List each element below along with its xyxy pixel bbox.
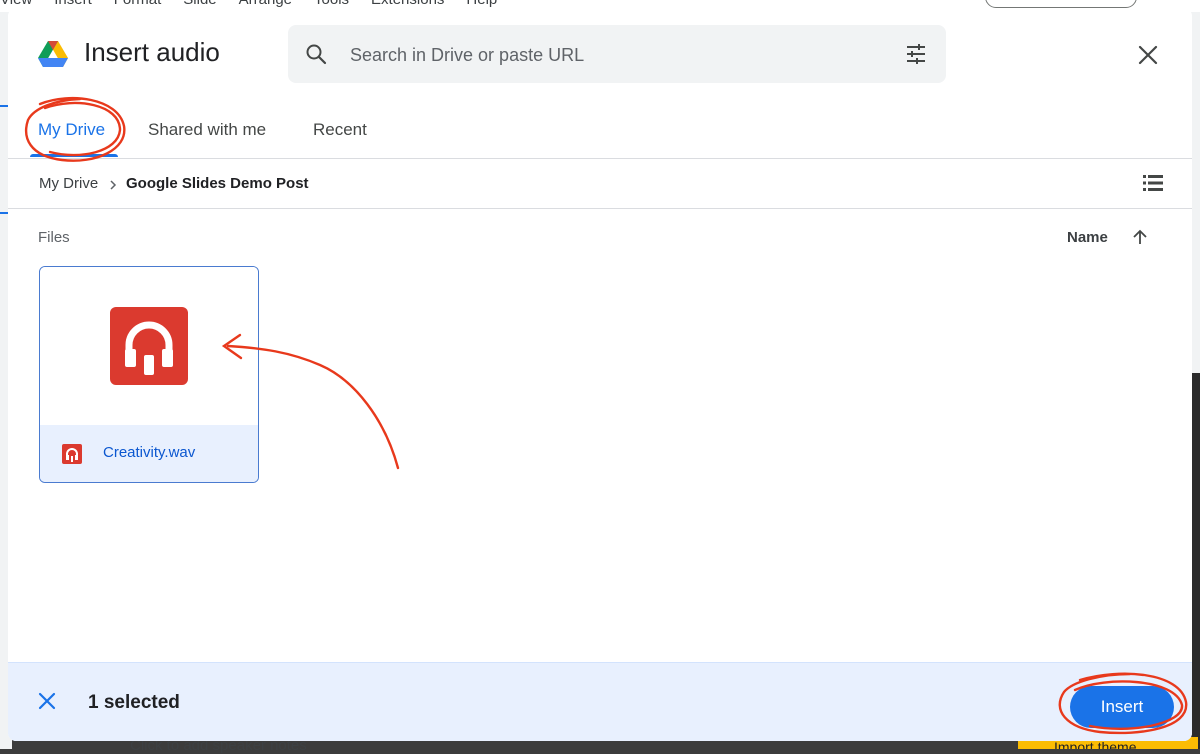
menu-item[interactable]: Insert [54,0,92,8]
files-section-label: Files [38,229,70,246]
dialog-header: Insert audio [8,8,1192,100]
list-view-icon[interactable] [1141,171,1165,195]
menu-item[interactable]: Arrange [239,0,292,8]
dialog-title: Insert audio [84,37,220,67]
background-menu-items: View Insert Format Slide Arrange Tools E… [0,0,497,8]
menu-item[interactable]: View [0,0,32,8]
search-input[interactable] [348,37,892,73]
search-icon[interactable] [304,42,328,66]
tab-recent[interactable]: Recent [313,120,367,140]
arrow-up-icon[interactable] [1130,227,1150,247]
search-box[interactable] [288,25,946,83]
menu-item[interactable]: Extensions [371,0,444,8]
sort-by-name[interactable]: Name [1067,229,1108,246]
file-name: Creativity.wav [103,444,196,461]
chevron-right-icon [110,180,117,190]
clear-selection-icon[interactable] [36,690,58,712]
insert-audio-dialog: Insert audio My [8,8,1192,741]
menu-item[interactable]: Slide [183,0,216,8]
file-thumbnail [40,267,258,425]
tab-shared-with-me[interactable]: Shared with me [148,120,266,140]
headphones-icon [110,307,188,385]
insert-button[interactable]: Insert [1070,686,1174,728]
close-icon[interactable] [1134,41,1162,69]
selected-count: 1 selected [88,692,180,713]
breadcrumb-divider [8,208,1192,209]
breadcrumb: My Drive Google Slides Demo Post [8,159,1192,208]
menu-item[interactable]: Help [466,0,497,8]
background-share-pill [985,0,1137,8]
breadcrumb-current: Google Slides Demo Post [126,175,309,192]
active-tab-indicator [30,154,118,157]
menu-item[interactable]: Tools [314,0,349,8]
audio-file-icon [62,444,82,464]
google-drive-logo-icon [38,41,68,67]
breadcrumb-root[interactable]: My Drive [39,175,98,192]
file-footer: Creativity.wav [40,425,258,482]
tab-my-drive[interactable]: My Drive [38,120,105,140]
menu-item[interactable]: Format [114,0,162,8]
search-options-icon[interactable] [904,42,928,66]
selection-action-bar: 1 selected Insert [8,662,1192,741]
file-card[interactable]: Creativity.wav [39,266,259,483]
source-tabs: My Drive Shared with me Recent [8,108,1192,159]
